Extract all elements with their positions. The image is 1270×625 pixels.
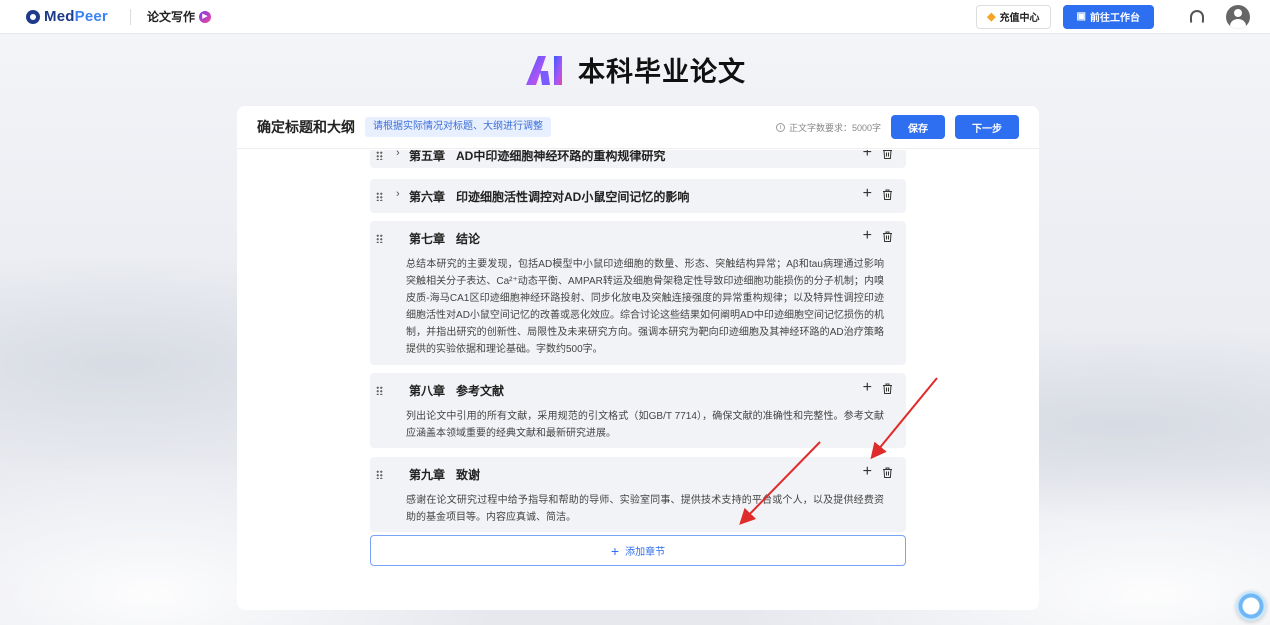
chapter-description[interactable]: 总结本研究的主要发现，包括AD模型中小鼠印迹细胞的数量、形态、突触结构异常；Aβ… <box>370 256 906 358</box>
drag-handle-icon[interactable] <box>376 386 383 395</box>
chapter-description[interactable]: 列出论文中引用的所有文献，采用规范的引文格式（如GB/T 7714），确保文献的… <box>370 408 906 442</box>
chapter-item: › 第六章 印迹细胞活性调控对AD小鼠空间记忆的影响 + <box>370 179 906 213</box>
drag-handle-icon[interactable] <box>376 151 383 160</box>
card-title: 确定标题和大纲 <box>257 119 355 135</box>
chapter-title[interactable]: 结论 <box>456 230 480 247</box>
user-avatar[interactable] <box>1226 4 1250 29</box>
add-subsection-icon[interactable]: + <box>863 379 872 397</box>
chapter-number: 第五章 <box>409 150 446 163</box>
drag-handle-icon[interactable] <box>376 470 383 479</box>
card-header: 确定标题和大纲 请根据实际情况对标题、大纲进行调整 i 正文字数要求：5000字… <box>237 106 1039 149</box>
page-title: 本科毕业论文 <box>0 50 1270 89</box>
ai-logo-icon <box>526 55 562 85</box>
drag-handle-icon[interactable] <box>376 192 383 201</box>
delete-icon[interactable] <box>882 231 893 242</box>
chapter-title[interactable]: 参考文献 <box>456 382 504 399</box>
chapter-item: 第七章 结论 + 总结本研究的主要发现，包括AD模型中小鼠印迹细胞的数量、形态、… <box>370 221 906 365</box>
assistant-float-icon[interactable] <box>1236 591 1266 621</box>
chapter-number: 第九章 <box>409 468 446 482</box>
outline-card: 确定标题和大纲 请根据实际情况对标题、大纲进行调整 i 正文字数要求：5000字… <box>237 106 1039 610</box>
chapter-title[interactable]: 印迹细胞活性调控对AD小鼠空间记忆的影响 <box>456 188 689 205</box>
go-to-workspace-button[interactable]: ▣ 前往工作台 <box>1062 4 1154 29</box>
medpeer-logo-icon <box>26 9 40 24</box>
next-step-button[interactable]: 下一步 <box>955 115 1019 139</box>
add-subsection-icon[interactable]: + <box>863 227 872 245</box>
chapter-item: › 第五章 AD中印迹细胞神经环路的重构规律研究 + <box>370 150 906 168</box>
delete-icon[interactable] <box>882 467 893 478</box>
delete-icon[interactable] <box>882 189 893 200</box>
workspace-icon: ▣ <box>1076 11 1086 22</box>
chapter-number: 第七章 <box>409 232 446 246</box>
play-icon: ▶ <box>198 10 211 23</box>
delete-icon[interactable] <box>882 150 893 159</box>
top-bar: MedPeer 论文写作 ▶ ◆ 充值中心 ▣ 前往工作台 <box>0 0 1270 34</box>
medpeer-logo[interactable]: MedPeer <box>26 8 108 25</box>
delete-icon[interactable] <box>882 383 893 394</box>
save-button[interactable]: 保存 <box>891 115 945 139</box>
diamond-icon: ◆ <box>987 11 996 23</box>
add-subsection-icon[interactable]: + <box>863 150 872 162</box>
chapter-description[interactable]: 感谢在论文研究过程中给予指导和帮助的导师、实验室同事、提供技术支持的平台或个人，… <box>370 492 906 526</box>
chevron-right-icon[interactable]: › <box>396 150 400 159</box>
chapter-title[interactable]: AD中印迹细胞神经环路的重构规律研究 <box>456 150 665 164</box>
outline-list: › 第五章 AD中印迹细胞神经环路的重构规律研究 + › 第六章 印迹细胞活性调… <box>237 150 1039 610</box>
recharge-center-button[interactable]: ◆ 充值中心 <box>976 4 1051 29</box>
add-subsection-icon[interactable]: + <box>863 185 872 203</box>
tip-badge: 请根据实际情况对标题、大纲进行调整 <box>365 117 551 137</box>
customer-service-icon[interactable] <box>1190 9 1204 24</box>
chapter-title[interactable]: 致谢 <box>456 466 480 483</box>
plus-icon: + <box>610 542 620 559</box>
add-subsection-icon[interactable]: + <box>863 463 872 481</box>
divider <box>129 8 131 25</box>
chapter-number: 第八章 <box>409 384 446 398</box>
add-chapter-button[interactable]: + 添加章节 <box>370 535 906 566</box>
chevron-right-icon[interactable]: › <box>396 188 400 200</box>
drag-handle-icon[interactable] <box>376 234 383 243</box>
chapter-item: 第九章 致谢 + 感谢在论文研究过程中给予指导和帮助的导师、实验室同事、提供技术… <box>370 457 906 532</box>
info-icon: i <box>775 122 785 132</box>
module-name: 论文写作 ▶ <box>147 8 211 25</box>
logo-text: MedPeer <box>44 8 108 25</box>
wordcount-requirement: i 正文字数要求：5000字 <box>775 121 881 134</box>
chapter-number: 第六章 <box>409 190 446 204</box>
chapter-item: 第八章 参考文献 + 列出论文中引用的所有文献，采用规范的引文格式（如GB/T … <box>370 373 906 448</box>
